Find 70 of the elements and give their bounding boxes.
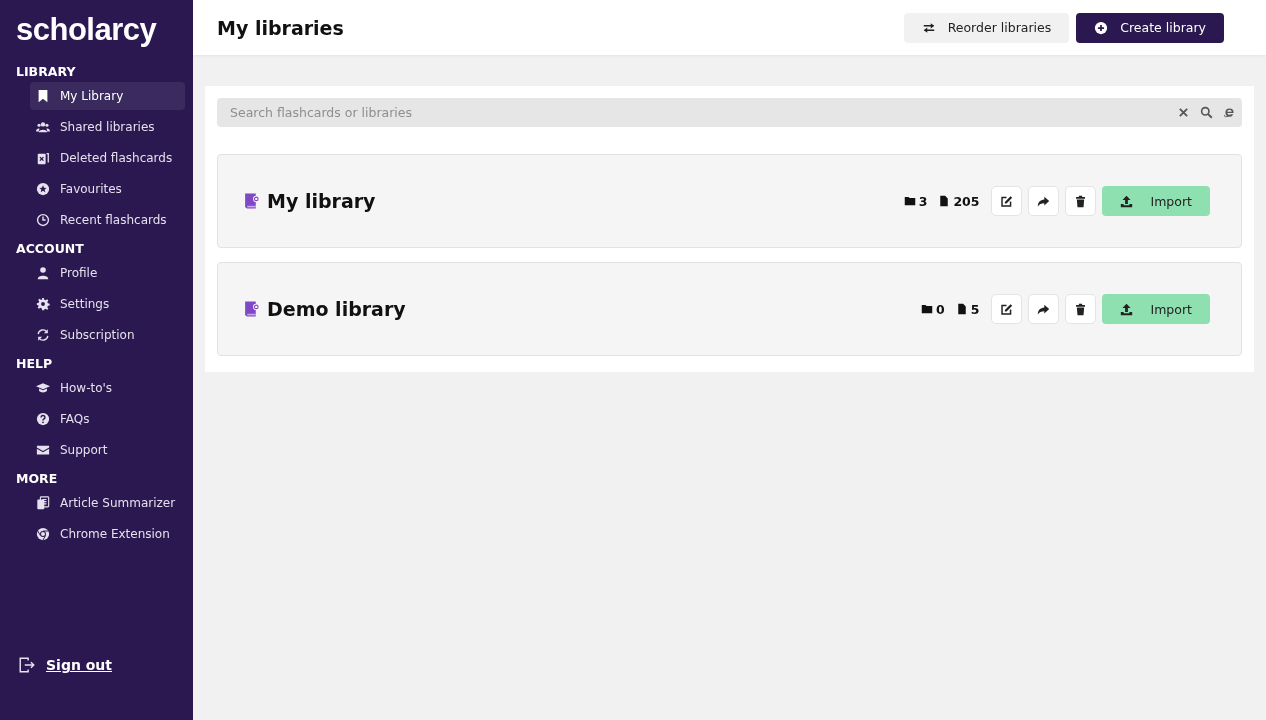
- e-logo-icon: [1223, 106, 1236, 119]
- sidebar-item[interactable]: My Library: [30, 82, 185, 110]
- page-title: My libraries: [217, 16, 344, 39]
- delete-button[interactable]: [1064, 186, 1096, 216]
- import-button[interactable]: Import: [1101, 186, 1210, 216]
- chrome-icon: [36, 527, 50, 541]
- sidebar-item[interactable]: Deleted flashcards: [30, 144, 185, 172]
- import-button[interactable]: Import: [1101, 294, 1210, 324]
- refresh-icon: [36, 328, 50, 342]
- section-heading: HELP: [15, 356, 54, 371]
- edit-button[interactable]: [990, 186, 1022, 216]
- envelope-icon: [36, 443, 50, 457]
- people-icon: [36, 120, 50, 134]
- folder-icon: [903, 195, 916, 207]
- upload-icon: [1119, 302, 1133, 316]
- file-icon: [955, 303, 968, 315]
- close-icon: [1177, 106, 1190, 119]
- reorder-button[interactable]: Reorder libraries: [903, 12, 1070, 43]
- share-arrow-icon: [1036, 302, 1050, 316]
- user-icon: [36, 266, 50, 280]
- search-icon: [1200, 106, 1213, 119]
- question-icon: [36, 412, 50, 426]
- library-name: Demo library: [267, 298, 406, 320]
- book-icon: [243, 192, 260, 210]
- document-icon: [36, 496, 50, 510]
- sidebar-item[interactable]: Favourites: [30, 175, 185, 203]
- sidebar-item[interactable]: Article Summarizer: [30, 489, 185, 517]
- edit-icon: [999, 302, 1013, 316]
- deleted-card-icon: [36, 151, 50, 165]
- sidebar-item[interactable]: Chrome Extension: [30, 520, 185, 548]
- bookmark-icon: [36, 89, 50, 103]
- section-heading: LIBRARY: [15, 64, 77, 79]
- star-icon: [36, 182, 50, 196]
- sidebar-item[interactable]: Shared libraries: [30, 113, 185, 141]
- create-library-button[interactable]: Create library: [1076, 12, 1224, 43]
- sidebar-item[interactable]: Recent flashcards: [30, 206, 185, 234]
- sign-out-icon: [18, 656, 36, 674]
- section-heading: MORE: [15, 471, 59, 486]
- share-arrow-icon: [1036, 194, 1050, 208]
- plus-circle-icon: [1094, 20, 1109, 35]
- edit-button[interactable]: [990, 294, 1022, 324]
- search-field[interactable]: Search flashcards or libraries: [217, 98, 1242, 127]
- clock-icon: [36, 213, 50, 227]
- gear-icon: [36, 297, 50, 311]
- sidebar-item[interactable]: Profile: [30, 259, 185, 287]
- sidebar-item[interactable]: FAQs: [30, 405, 185, 433]
- sign-out-link[interactable]: Sign out: [46, 657, 113, 673]
- sidebar-item[interactable]: Support: [30, 436, 185, 464]
- book-icon: [243, 300, 260, 318]
- sidebar-item[interactable]: How-to's: [30, 374, 185, 402]
- logo: scholarcy: [15, 12, 158, 48]
- section-heading: ACCOUNT: [15, 241, 85, 256]
- share-button[interactable]: [1027, 186, 1059, 216]
- card-count: 5: [970, 301, 980, 317]
- graduation-cap-icon: [36, 381, 50, 395]
- folder-count: 0: [936, 301, 945, 317]
- folder-count: 3: [918, 193, 928, 209]
- folder-icon: [921, 303, 934, 315]
- trash-icon: [1073, 302, 1087, 316]
- library-name: My library: [267, 190, 376, 212]
- search-input[interactable]: Search flashcards or libraries: [228, 104, 1167, 121]
- file-icon: [938, 195, 951, 207]
- sidebar-item[interactable]: Subscription: [30, 321, 185, 349]
- trash-icon: [1073, 194, 1087, 208]
- edit-icon: [999, 194, 1013, 208]
- card-count: 205: [953, 193, 980, 209]
- share-button[interactable]: [1027, 294, 1059, 324]
- delete-button[interactable]: [1064, 294, 1096, 324]
- sidebar-item[interactable]: Settings: [30, 290, 185, 318]
- upload-icon: [1119, 194, 1133, 208]
